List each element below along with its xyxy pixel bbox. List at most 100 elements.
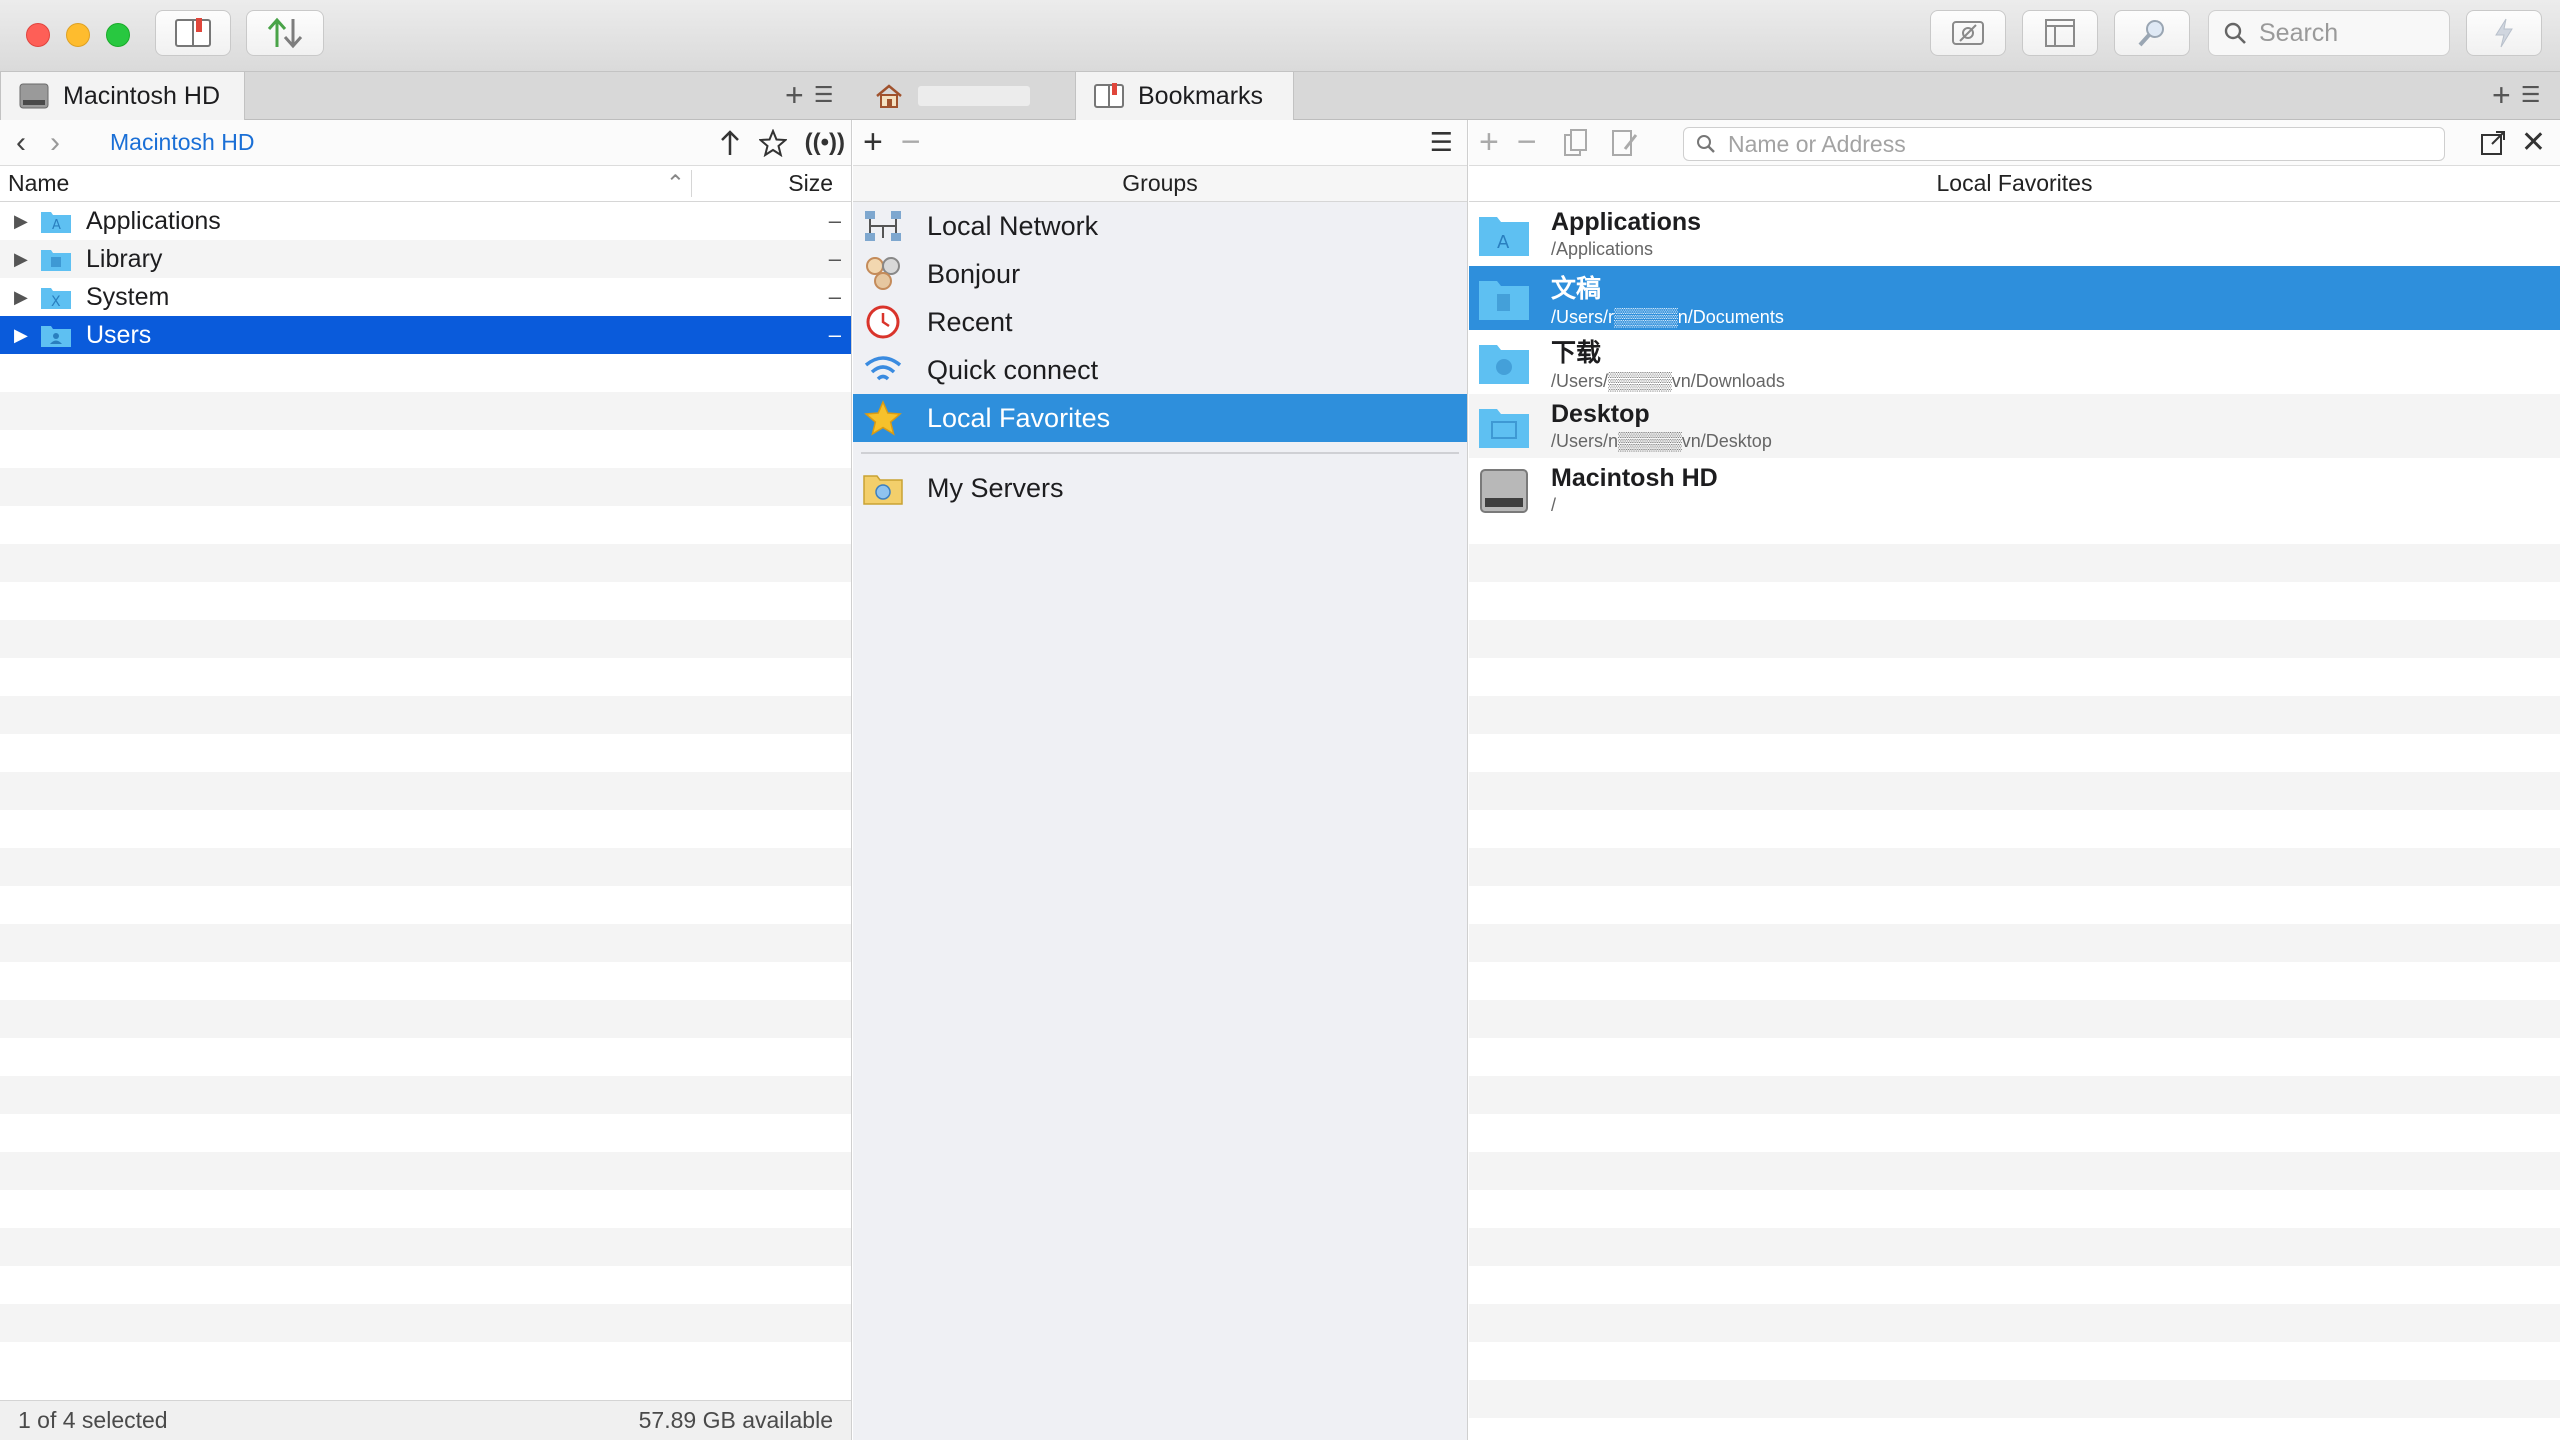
clock-icon [866, 305, 900, 339]
remove-group-button[interactable]: − [901, 123, 921, 162]
up-arrow-icon[interactable] [719, 129, 741, 157]
list-item[interactable]: 下载 /Users/▒▒▒▒▒vn/Downloads [1469, 330, 2560, 394]
users-folder-icon [41, 326, 71, 347]
search-icon [2224, 22, 2246, 44]
minimize-window-button[interactable] [66, 23, 90, 47]
view-toggle-button[interactable] [2022, 10, 2098, 56]
search-input[interactable] [2257, 17, 2437, 49]
row-name: Users [86, 320, 152, 349]
sort-ascending-icon: ⌃ [665, 170, 685, 196]
table-row[interactable]: ▶ A Applications – [0, 202, 851, 240]
tab-label-redacted [918, 86, 1030, 106]
book-icon [1094, 83, 1124, 108]
table-row-selected[interactable]: ▶ Users – [0, 316, 851, 354]
groups-menu-icon[interactable]: ☰ [1430, 127, 1453, 158]
breadcrumb[interactable]: Macintosh HD [110, 129, 254, 156]
home-icon [876, 84, 902, 108]
tab-menu-icon[interactable]: ☰ [814, 82, 834, 108]
hide-toolbar-button[interactable] [1930, 10, 2006, 56]
tab-label: Bookmarks [1138, 81, 1264, 110]
left-tab-tools: + ☰ [785, 79, 834, 111]
close-window-button[interactable] [26, 23, 50, 47]
library-folder-icon [41, 250, 71, 271]
toolbar-search-field[interactable] [2208, 10, 2450, 56]
bookmark-title: 文稿 [1551, 274, 1602, 303]
group-item-quick-connect[interactable]: Quick connect [853, 346, 1467, 394]
row-size: – [828, 208, 841, 233]
eye-slash-icon [1952, 21, 1984, 45]
table-row[interactable]: ▶ X System – [0, 278, 851, 316]
system-folder-icon: X [41, 288, 71, 310]
path-bar: ‹ › Macintosh HD ((•)) [0, 120, 851, 166]
broadcast-icon[interactable]: ((•)) [805, 129, 845, 157]
groups-pane: + − ☰ Groups Local Network Bonjour Recen… [853, 120, 1468, 1440]
bookmarks-toolbar: + − ✕ [1469, 120, 2560, 166]
name-column-header[interactable]: Name ⌃ [0, 170, 692, 197]
size-column-header[interactable]: Size [692, 170, 851, 197]
list-item[interactable]: Macintosh HD / [1469, 458, 2560, 522]
name-column-label: Name [8, 170, 70, 196]
right-tab-tools: + ☰ [2492, 79, 2541, 111]
action-toolbar-button[interactable] [2466, 10, 2542, 56]
open-external-icon[interactable] [2480, 130, 2506, 156]
new-tab-button[interactable]: + [785, 79, 804, 111]
transfers-toolbar-button[interactable] [246, 10, 324, 56]
group-item-local-favorites[interactable]: Local Favorites [853, 394, 1467, 442]
tab-menu-icon[interactable]: ☰ [2521, 82, 2541, 108]
tab-label: Macintosh HD [63, 81, 220, 110]
bonjour-icon [866, 257, 900, 290]
disclosure-triangle-icon[interactable]: ▶ [0, 287, 40, 308]
group-item-recent[interactable]: Recent [853, 298, 1467, 346]
hard-drive-icon [1480, 469, 1528, 513]
group-label: Recent [927, 306, 1013, 337]
disk-space-status: 57.89 GB available [638, 1407, 833, 1433]
table-row[interactable]: ▶ Library – [0, 240, 851, 278]
add-bookmark-button[interactable]: + [1479, 123, 1499, 162]
group-label: My Servers [927, 472, 1064, 503]
bookmarks-toolbar-button[interactable] [155, 10, 231, 56]
bookmark-search-input[interactable] [1726, 129, 2426, 159]
group-item-my-servers[interactable]: My Servers [853, 464, 1467, 512]
path-tools: ((•)) [719, 120, 845, 166]
columns-icon [2045, 19, 2075, 47]
bookmark-path: /Users/r▒▒▒▒▒n/Documents [1551, 306, 1784, 327]
group-label: Bonjour [927, 258, 1021, 289]
new-tab-button[interactable]: + [2492, 79, 2511, 111]
favorites-header: Local Favorites [1469, 166, 2560, 202]
group-item-bonjour[interactable]: Bonjour [853, 250, 1467, 298]
row-size: – [828, 246, 841, 271]
lightning-icon [2495, 18, 2513, 48]
disclosure-triangle-icon[interactable]: ▶ [0, 211, 40, 232]
list-item-selected[interactable]: 文稿 /Users/r▒▒▒▒▒n/Documents [1469, 266, 2560, 330]
wifi-icon [864, 356, 902, 381]
tab-bookmarks[interactable]: Bookmarks [1075, 72, 1294, 120]
bookmark-search-field[interactable] [1683, 127, 2445, 161]
bookmark-title: 下载 [1551, 338, 1602, 367]
star-outline-icon[interactable] [758, 129, 787, 157]
forward-arrow-icon[interactable]: › [44, 126, 66, 160]
tab-macintosh-hd[interactable]: Macintosh HD [0, 72, 245, 120]
list-item[interactable]: Desktop /Users/n▒▒▒▒▒vn/Desktop [1469, 394, 2560, 458]
find-toolbar-button[interactable] [2114, 10, 2190, 56]
group-label: Local Network [927, 210, 1099, 241]
add-group-button[interactable]: + [863, 123, 883, 162]
applications-folder-icon: A [41, 212, 71, 233]
window-toolbar [0, 0, 2560, 72]
group-item-local-network[interactable]: Local Network [853, 202, 1467, 250]
bookmark-title: Applications [1551, 208, 1702, 236]
back-arrow-icon[interactable]: ‹ [10, 126, 32, 160]
tab-home[interactable] [856, 72, 1072, 120]
disclosure-triangle-icon[interactable]: ▶ [0, 249, 40, 270]
list-item[interactable]: A Applications /Applications [1469, 202, 2560, 266]
close-icon[interactable]: ✕ [2521, 125, 2546, 160]
zoom-window-button[interactable] [106, 23, 130, 47]
magnifier-icon [2138, 20, 2164, 47]
book-icon [175, 18, 211, 47]
disclosure-triangle-icon[interactable]: ▶ [0, 325, 40, 346]
column-header: Name ⌃ Size [0, 166, 851, 202]
file-browser-pane: ‹ › Macintosh HD ((•)) Name ⌃ Size ▶ A A… [0, 120, 852, 1440]
duplicate-icon[interactable] [1563, 128, 1589, 157]
remove-bookmark-button[interactable]: − [1517, 123, 1537, 162]
row-name: Library [86, 244, 163, 273]
edit-bookmark-icon[interactable] [1611, 129, 1639, 157]
